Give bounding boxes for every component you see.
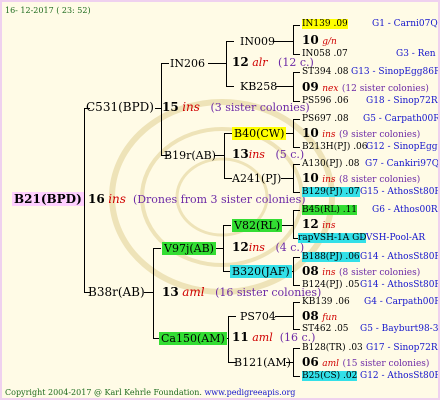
gen4-info: G12 - SinopEgg86R	[366, 142, 438, 152]
gen4-info: G14 - AthosSt80R	[360, 280, 440, 290]
gen4-info: G3 - Ren	[396, 49, 436, 59]
gen3-node[interactable]: IN009	[240, 35, 275, 48]
gen4-info: G1 - Carni07Q	[372, 19, 438, 29]
gen3-node[interactable]: B40(CW)	[232, 127, 287, 140]
gen4-row[interactable]: B129(PJ) .07	[302, 187, 360, 198]
gen4-row[interactable]: B25(CS) .02	[302, 371, 358, 382]
gen3-node[interactable]: B320(JAF)	[230, 265, 292, 278]
gen2-node[interactable]: Ca150(AM)	[159, 332, 227, 345]
root-node[interactable]: B21(BPD)	[12, 192, 84, 206]
gen4-row: 12 ins	[302, 217, 336, 232]
gen4-row: 10 ins (8 sister colonies)	[302, 171, 421, 186]
gen2-info: 13ins (5 c.)	[232, 147, 305, 162]
gen3-node[interactable]: KB258	[240, 80, 277, 93]
gen4-row: 06 aml (15 sister colonies)	[302, 355, 430, 370]
gen4-info: G4 - Carpath00R	[364, 297, 440, 307]
gen4-row: 08 ins (8 sister colonies)	[302, 264, 421, 279]
gen4-row: 08 fun	[302, 309, 338, 324]
gen2-node[interactable]: V97j(AB)	[162, 242, 216, 255]
gen4-row[interactable]: B128(TR) .03	[302, 343, 363, 354]
gen3-node[interactable]: A241(PJ)	[232, 172, 281, 185]
gen4-row: 09 nex (12 sister colonies)	[302, 80, 429, 95]
gen4-row[interactable]: A130(PJ) .08	[302, 159, 360, 170]
gen4-row[interactable]: ST462 .05	[302, 324, 349, 335]
gen4-info: G5 - Carpath00R	[363, 114, 440, 124]
gen4-row[interactable]: IN058 .07	[302, 49, 348, 60]
gen4-info: - VSH-Pool-AR	[360, 233, 426, 243]
gen1-info: 13 aml (16 sister colonies)	[162, 285, 322, 300]
root-name: B21(BPD)	[12, 192, 84, 206]
gen1-info: 15 ins (3 sister colonies)	[162, 100, 310, 115]
gen2-node[interactable]: B19r(AB)	[164, 149, 216, 162]
gen4-row[interactable]: B124(PJ) .05	[302, 280, 360, 291]
gen4-info: G7 - Cankiri97Q	[365, 159, 440, 169]
footer-copyright: Copyright 2004-2017 @ Karl Kehrle Founda…	[5, 388, 296, 397]
gen4-info: G13 - SinopEgg86R	[351, 67, 440, 77]
gen4-row[interactable]: B45(RL) .11	[302, 205, 358, 216]
gen4-row: 10 g/n	[302, 33, 337, 48]
gen1-node[interactable]: B38r(AB)	[88, 286, 145, 299]
gen4-row: 10 ins (9 sister colonies)	[302, 126, 421, 141]
gen4-row[interactable]: KB139 .06	[302, 297, 350, 308]
gen4-row[interactable]: PS697 .08	[302, 114, 349, 125]
gen4-row[interactable]: B188(PJ) .06	[302, 252, 360, 263]
pedigree-chart: 16- 12-2017 ( 23: 52) Copyright 2004-201…	[0, 0, 440, 400]
gen2-node[interactable]: IN206	[170, 57, 205, 70]
gen3-node[interactable]: PS704	[240, 310, 276, 323]
gen4-row[interactable]: ST394 .08	[302, 67, 349, 78]
gen3-node[interactable]: V82(RL)	[232, 219, 283, 232]
print-date: 16- 12-2017 ( 23: 52)	[5, 6, 91, 15]
gen3-node[interactable]: B121(AM)	[234, 356, 291, 369]
gen4-row[interactable]: IN139 .09	[302, 19, 348, 30]
gen4-row[interactable]: PS596 .06	[302, 96, 349, 107]
gen4-info: G18 - Sinop72R	[366, 96, 438, 106]
gen4-info: G5 - Bayburt98-3	[360, 324, 439, 334]
gen4-row[interactable]: B213H(PJ) .06	[302, 142, 368, 153]
gen4-info: G17 - Sinop72R	[366, 343, 438, 353]
root-info: 16 ins (Drones from 3 sister colonies)	[88, 192, 306, 207]
gen4-info: G12 - AthosSt80R	[360, 371, 440, 381]
gen2-info: 12ins (4 c.)	[232, 240, 305, 255]
gen4-row[interactable]: rapVSH-1A GD	[298, 233, 367, 244]
gen1-node[interactable]: C531(BPD)	[86, 101, 154, 114]
gen4-info: G14 - AthosSt80R	[360, 252, 440, 262]
gen4-info: G6 - Athos00R	[372, 205, 438, 215]
gen4-info: G15 - AthosSt80R	[360, 187, 440, 197]
